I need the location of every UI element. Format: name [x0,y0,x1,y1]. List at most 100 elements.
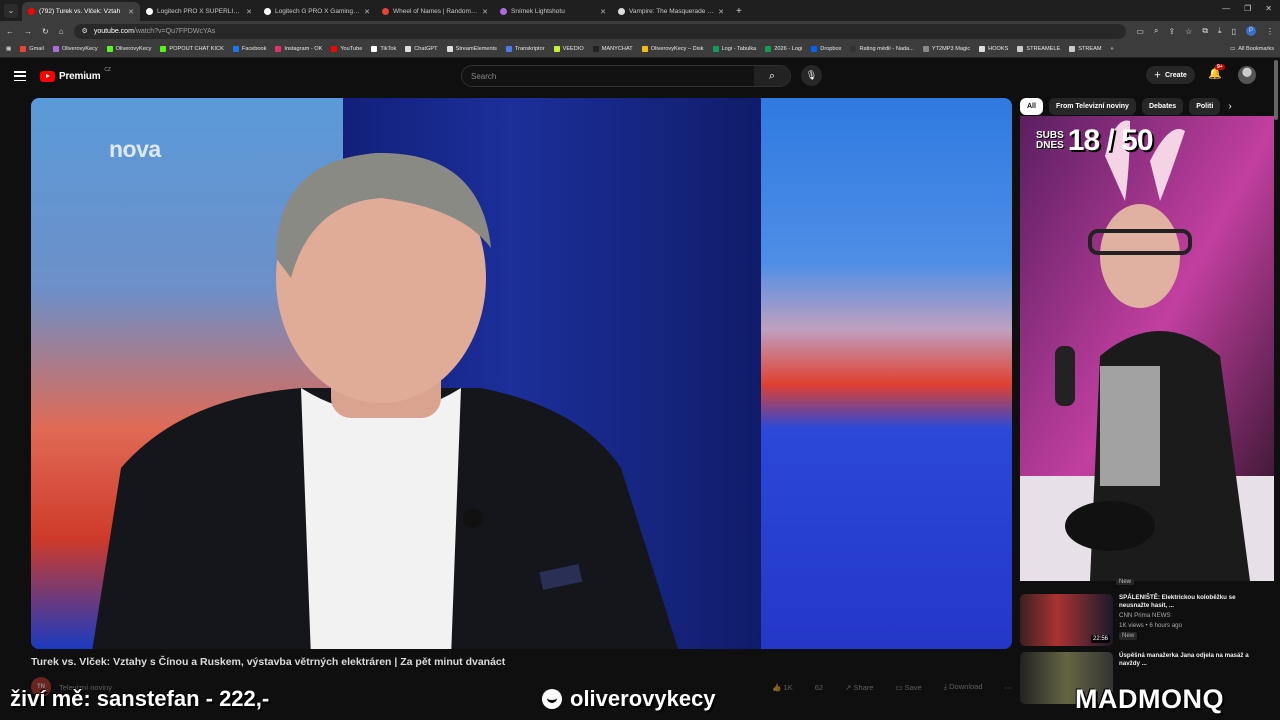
close-tab-icon[interactable]: ✕ [718,8,724,16]
youtube-header: Premium CZ Search ⌕ 🎙 ＋ Create 🔔 9+ [0,58,1280,94]
zoom-icon[interactable]: ⌕ [1154,26,1158,36]
filter-chip[interactable]: From Televizní noviny [1048,98,1136,115]
close-tab-icon[interactable]: ✕ [600,8,606,16]
streamer-handle: oliverovykecy [570,686,716,711]
notifications-bell-icon[interactable]: 🔔 9+ [1208,64,1225,80]
close-tab-icon[interactable]: ✕ [482,8,488,16]
address-bar[interactable]: ⚙ youtube.com/watch?v=Qu7FPDWcYAs [73,23,1127,39]
bookmark-item[interactable]: OliverovyKecy – Disk [641,46,704,52]
bookmark-item[interactable]: Rating médií - Nada... [850,46,914,52]
share-page-icon[interactable]: ⇪ [1168,27,1175,36]
create-button[interactable]: ＋ Create [1146,66,1195,84]
close-window-icon[interactable]: ✕ [1265,4,1272,13]
cast-icon[interactable]: ▭ [1136,27,1144,36]
bookmark-favicon-icon [232,46,239,52]
tab-title: Logitech PRO X SUPERLIGHT 2 [157,8,242,15]
download-button[interactable]: ⤓ Download [944,682,983,692]
browser-menu-icon[interactable]: ⋮ [1266,27,1274,36]
chevron-right-icon[interactable]: › [1228,101,1231,112]
downloads-icon[interactable]: ⤓ [1218,26,1222,36]
recommendation-title[interactable]: SPÁLENIŠTĚ: Elektrickou koloběžku se neu… [1119,594,1264,610]
more-actions-icon[interactable]: ⋯ [1005,683,1013,692]
bookmark-item[interactable]: POPOUT CHAT KICK [160,46,224,52]
bookmark-item[interactable]: YouTube [331,46,362,52]
bookmark-item[interactable]: Gmail [20,46,44,52]
video-player[interactable]: nova [31,98,1012,649]
recommendation-title[interactable]: Úspěšná manažerka Jana odjela na masáž a… [1119,652,1264,668]
bookmark-favicon-icon [371,46,378,52]
bookmark-item[interactable]: MANYCHAT [592,46,633,52]
forward-icon[interactable]: → [24,27,32,36]
bookmark-favicon-icon [160,46,167,52]
recommendation-channel[interactable]: CNN Prima NEWS [1119,612,1264,620]
bookmark-item[interactable]: ChatGPT [405,46,438,52]
bookmark-item[interactable]: Facebook [232,46,266,52]
video-thumbnail[interactable]: 22:56 [1020,594,1113,646]
bookmark-item[interactable]: Dropbox [811,46,841,52]
bookmark-item[interactable]: 2026 - Logi [765,46,802,52]
share-button[interactable]: ↗ Share [845,683,873,692]
like-button[interactable]: 👍 1K [772,683,793,692]
bookmark-favicon-icon [275,46,282,52]
bookmark-item[interactable]: STREAM [1069,46,1102,52]
home-icon[interactable]: ⌂ [59,27,64,36]
profile-avatar[interactable]: P [1246,26,1256,36]
bookmark-item[interactable]: Instagram - OK [275,46,322,52]
save-button[interactable]: ▭ Save [895,683,921,692]
bookmark-star-icon[interactable]: ☆ [1185,27,1192,36]
tab-title: Vampire: The Masquerade - Bl [629,8,715,15]
bookmark-item[interactable]: OliverovyKecy [52,46,98,52]
maximize-icon[interactable]: ❐ [1244,4,1251,13]
donation-overlay: živí mě: sanstefan - 222,- [10,686,270,711]
bookmark-item[interactable]: StreamElements [446,46,497,52]
new-tab-button[interactable]: + [736,6,742,17]
back-icon[interactable]: ← [6,27,14,36]
bookmark-item[interactable]: Transkriptor [505,46,545,52]
youtube-premium-logo[interactable]: Premium CZ [40,67,111,82]
apps-grid-icon[interactable]: ▦ [6,46,11,52]
recommendation-stats: 1K views • 6 hours ago [1119,622,1183,629]
page-scrollbar[interactable] [1274,58,1280,720]
filter-chip[interactable]: Debates [1141,98,1184,115]
close-tab-icon[interactable]: ✕ [364,8,370,16]
all-bookmarks-button[interactable]: ▭ All Bookmarks [1230,46,1274,52]
close-tab-icon[interactable]: ✕ [246,8,252,16]
tab-title: Snímek Lightshotu [511,8,565,15]
site-info-icon[interactable]: ⚙ [82,27,88,35]
menu-icon[interactable] [14,71,26,81]
browser-tab[interactable]: Vampire: The Masquerade - Bl ✕ [612,2,730,21]
search-input[interactable]: Search [462,72,754,81]
account-avatar[interactable] [1238,66,1256,84]
bookmark-item[interactable]: VEEDIO [553,46,584,52]
bookmark-item[interactable]: Logi - Tabulka [712,46,756,52]
browser-tab[interactable]: Logitech PRO X SUPERLIGHT 2 ✕ [140,2,258,21]
search-bar[interactable]: Search ⌕ [461,65,791,87]
search-icon[interactable]: ⌕ [754,66,790,86]
browser-tab[interactable]: (792) Turek vs. Vlček: Vztah ✕ [22,2,140,21]
browser-tab[interactable]: Snímek Lightshotu ✕ [494,2,612,21]
microphone-icon[interactable]: 🎙 [801,65,822,86]
bookmark-item[interactable]: HOOKS [979,46,1008,52]
reload-icon[interactable]: ↻ [42,27,49,36]
bookmark-item[interactable]: TikTok [371,46,396,52]
browser-tab[interactable]: Logitech G PRO X Gaming Hea ✕ [258,2,376,21]
filter-chip[interactable]: Politi [1189,98,1221,115]
tab-search-icon[interactable]: ⌄ [4,4,18,18]
sidepanel-icon[interactable]: ▯ [1232,27,1236,36]
bookmark-favicon-icon [811,46,818,52]
video-title: Turek vs. Vlček: Vztahy s Čínou a Ruskem… [31,656,506,668]
more-bookmarks-icon[interactable]: » [1111,46,1114,52]
browser-tab[interactable]: Wheel of Names | Random nam ✕ [376,2,494,21]
browser-tab-strip: ⌄ (792) Turek vs. Vlček: Vztah ✕ Logitech … [0,0,1280,21]
recommendation-item[interactable]: 22:56 SPÁLENIŠTĚ: Elektrickou koloběžku … [1020,594,1280,646]
bookmark-item[interactable]: OliverovyKecy [106,46,151,52]
close-tab-icon[interactable]: ✕ [128,8,134,16]
filter-chip[interactable]: All [1020,98,1043,115]
plus-icon: ＋ [1154,72,1161,79]
youtube-play-icon [40,70,55,82]
minimize-icon[interactable]: — [1222,4,1230,13]
extensions-icon[interactable]: ⧉ [1202,26,1208,36]
bookmark-item[interactable]: YT2MP3 Magic [922,46,970,52]
bookmark-item[interactable]: STREAMELE [1017,46,1060,52]
bookmark-favicon-icon [106,46,113,52]
